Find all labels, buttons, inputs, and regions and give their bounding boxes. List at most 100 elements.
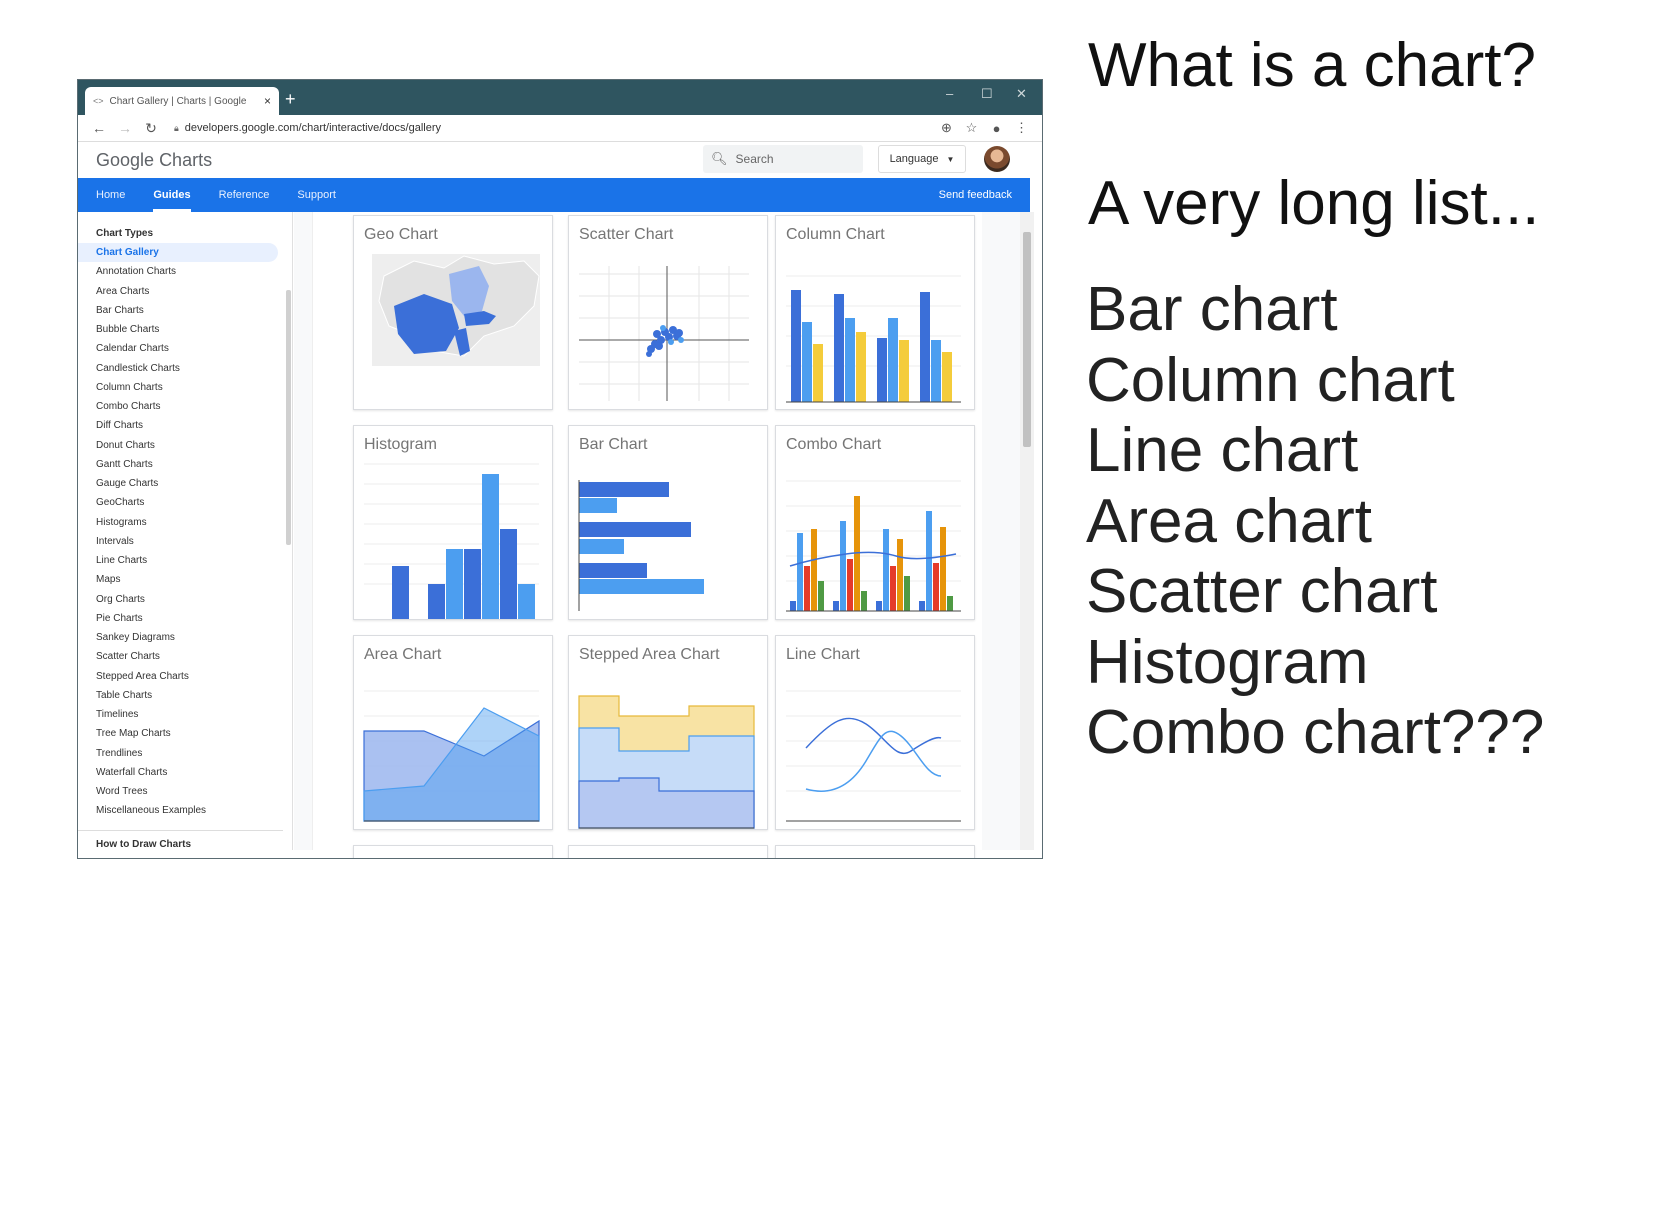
tab-close-icon[interactable]: × xyxy=(264,94,271,108)
sidebar-item-org-charts[interactable]: Org Charts xyxy=(78,590,292,609)
card-partial xyxy=(353,845,553,858)
card-area-chart[interactable]: Area Chart xyxy=(353,635,553,830)
sidebar-item-geocharts[interactable]: GeoCharts xyxy=(78,493,292,512)
card-histogram[interactable]: Histogram xyxy=(353,425,553,620)
logo-google: Google xyxy=(96,149,155,170)
bar-bar xyxy=(579,579,704,594)
sidebar-item-scatter-charts[interactable]: Scatter Charts xyxy=(78,647,292,666)
combo-bar xyxy=(790,601,796,611)
back-icon[interactable]: ← xyxy=(86,120,112,136)
sidebar-item-pie-charts[interactable]: Pie Charts xyxy=(78,609,292,628)
maximize-icon[interactable]: ☐ xyxy=(981,86,993,102)
card-scatter-chart[interactable]: Scatter Chart xyxy=(568,215,768,410)
sidebar-item-gantt-charts[interactable]: Gantt Charts xyxy=(78,455,292,474)
card-line-chart[interactable]: Line Chart xyxy=(775,635,975,830)
browser-window: <> Chart Gallery | Charts | Google × + –… xyxy=(77,79,1043,859)
sidebar-item-sankey-diagrams[interactable]: Sankey Diagrams xyxy=(78,628,292,647)
list-item: Line chart xyxy=(1086,416,1359,485)
sidebar-item-bar-charts[interactable]: Bar Charts xyxy=(78,301,292,320)
avatar[interactable] xyxy=(984,146,1010,172)
sidebar-item-column-charts[interactable]: Column Charts xyxy=(78,378,292,397)
combo-bar xyxy=(818,581,824,611)
combo-bar xyxy=(883,529,889,611)
card-title: Scatter Chart xyxy=(579,226,674,243)
url-field[interactable]: developers.google.com/chart/interactive/… xyxy=(185,122,934,134)
histogram-bars xyxy=(392,474,535,619)
send-feedback-link[interactable]: Send feedback xyxy=(939,178,1012,212)
nav-support[interactable]: Support xyxy=(297,178,336,212)
profile-icon[interactable]: ● xyxy=(984,121,1009,136)
column-bar xyxy=(834,294,844,402)
google-charts-logo[interactable]: Google Charts xyxy=(96,150,212,171)
nav-guides[interactable]: Guides xyxy=(153,178,191,212)
forward-icon[interactable]: → xyxy=(112,120,138,136)
column-chart-thumbnail xyxy=(786,275,961,403)
list-item: Bar chart xyxy=(1086,275,1338,344)
card-column-chart[interactable]: Column Chart xyxy=(775,215,975,410)
histogram-bar xyxy=(428,584,445,619)
card-combo-chart[interactable]: Combo Chart xyxy=(775,425,975,620)
install-icon[interactable]: ⊕ xyxy=(934,120,959,136)
histogram-bar xyxy=(464,549,481,619)
sidebar: Chart Types Chart Gallery Annotation Char… xyxy=(78,212,293,850)
combo-bar xyxy=(947,596,953,611)
sidebar-item-waterfall-charts[interactable]: Waterfall Charts xyxy=(78,763,292,782)
card-title: Bar Chart xyxy=(579,436,648,453)
card-title: Stepped Area Chart xyxy=(579,646,720,663)
sidebar-item-intervals[interactable]: Intervals xyxy=(78,532,292,551)
code-icon: <> xyxy=(93,96,104,106)
list-item: Column chart xyxy=(1086,345,1455,415)
card-title: Histogram xyxy=(364,436,437,453)
nav-home[interactable]: Home xyxy=(96,178,125,212)
scrollbar-thumb[interactable] xyxy=(1023,232,1031,447)
sidebar-item-donut-charts[interactable]: Donut Charts xyxy=(78,436,292,455)
card-geo-chart[interactable]: Geo Chart xyxy=(353,215,553,410)
new-tab-button[interactable]: + xyxy=(285,89,296,110)
sidebar-item-timelines[interactable]: Timelines xyxy=(78,705,292,724)
nav-reference[interactable]: Reference xyxy=(219,178,270,212)
list-item: Combo chart??? xyxy=(1086,698,1545,767)
close-icon[interactable]: ✕ xyxy=(1016,86,1027,102)
card-bar-chart[interactable]: Bar Chart xyxy=(568,425,768,620)
menu-dots-icon[interactable]: ⋮ xyxy=(1009,120,1034,136)
sidebar-item-annotation-charts[interactable]: Annotation Charts xyxy=(78,262,292,281)
sidebar-item-gauge-charts[interactable]: Gauge Charts xyxy=(78,474,292,493)
sidebar-item-tree-map-charts[interactable]: Tree Map Charts xyxy=(78,724,292,743)
site-header: Google Charts 🔍︎ Search Language ▼ xyxy=(78,142,1042,178)
sidebar-item-miscellaneous-examples[interactable]: Miscellaneous Examples xyxy=(78,801,292,820)
line-series-2 xyxy=(805,730,942,792)
browser-tab[interactable]: <> Chart Gallery | Charts | Google × xyxy=(85,87,279,115)
sidebar-item-diff-charts[interactable]: Diff Charts xyxy=(78,416,292,435)
language-dropdown[interactable]: Language ▼ xyxy=(878,145,966,173)
combo-bar xyxy=(833,601,839,611)
minimize-icon[interactable]: – xyxy=(946,86,953,101)
sidebar-item-area-charts[interactable]: Area Charts xyxy=(78,282,292,301)
combo-bar xyxy=(897,539,903,611)
bookmark-star-icon[interactable]: ☆ xyxy=(959,120,984,136)
combo-bars xyxy=(790,496,953,611)
sidebar-item-how-to-draw[interactable]: How to Draw Charts xyxy=(78,839,292,850)
sidebar-item-combo-charts[interactable]: Combo Charts xyxy=(78,397,292,416)
card-title: Geo Chart xyxy=(364,226,438,243)
sidebar-item-word-trees[interactable]: Word Trees xyxy=(78,782,292,801)
sidebar-item-trendlines[interactable]: Trendlines xyxy=(78,744,292,763)
sidebar-item-bubble-charts[interactable]: Bubble Charts xyxy=(78,320,292,339)
sidebar-item-line-charts[interactable]: Line Charts xyxy=(78,551,292,570)
sidebar-item-candlestick-charts[interactable]: Candlestick Charts xyxy=(78,359,292,378)
sidebar-item-calendar-charts[interactable]: Calendar Charts xyxy=(78,339,292,358)
geo-chart-thumbnail xyxy=(372,254,540,366)
reload-icon[interactable]: ↻ xyxy=(138,120,164,137)
search-input[interactable]: 🔍︎ Search xyxy=(703,145,863,173)
scatter-chart-thumbnail xyxy=(579,266,749,401)
card-stepped-area-chart[interactable]: Stepped Area Chart xyxy=(568,635,768,830)
address-bar: ← → ↻ 🔒︎ developers.google.com/chart/int… xyxy=(78,115,1042,142)
sidebar-item-maps[interactable]: Maps xyxy=(78,570,292,589)
sidebar-item-chart-gallery[interactable]: Chart Gallery xyxy=(78,243,278,263)
sidebar-item-stepped-area-charts[interactable]: Stepped Area Charts xyxy=(78,667,292,686)
column-bar xyxy=(899,340,909,402)
page-scrollbar[interactable] xyxy=(1020,212,1034,850)
sidebar-scrollbar[interactable] xyxy=(286,290,291,545)
sidebar-item-histograms[interactable]: Histograms xyxy=(78,513,292,532)
column-bar xyxy=(877,338,887,402)
sidebar-item-table-charts[interactable]: Table Charts xyxy=(78,686,292,705)
